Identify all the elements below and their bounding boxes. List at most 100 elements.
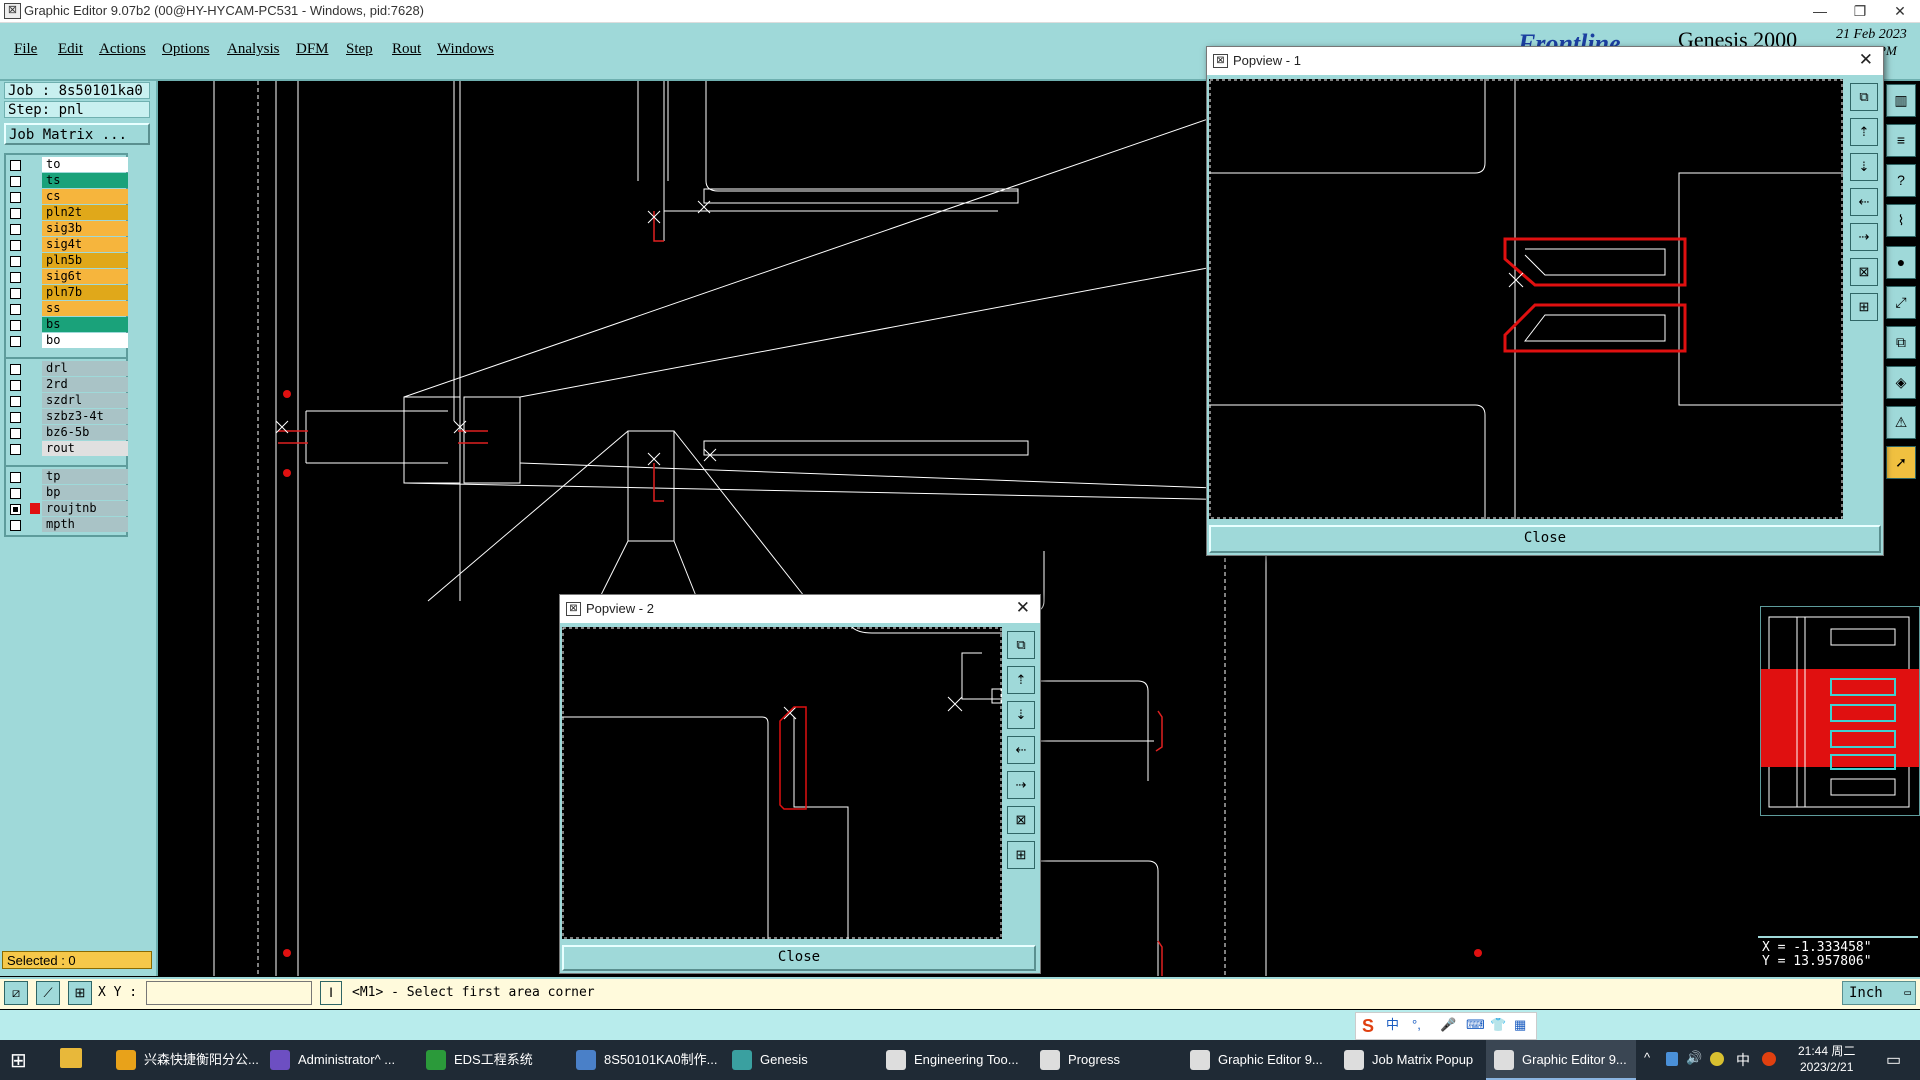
layer-row[interactable]: bz6-5b [6, 425, 128, 441]
start-icon[interactable]: ⊞ [10, 1048, 27, 1073]
layer-name[interactable]: sig3b [42, 221, 128, 236]
layer-name[interactable]: bo [42, 333, 128, 348]
help-icon[interactable]: ? [1886, 164, 1916, 197]
layer-checkbox[interactable] [10, 288, 21, 299]
minimize-button[interactable]: — [1800, 0, 1840, 22]
layer-name[interactable]: bs [42, 317, 128, 332]
layer-row[interactable]: pln5b [6, 253, 128, 269]
layer-checkbox[interactable] [10, 208, 21, 219]
layer-row[interactable]: ts [6, 173, 128, 189]
zoom-out-icon[interactable]: ⊞ [1007, 841, 1035, 869]
layer-name[interactable]: tp [42, 469, 128, 484]
layer-name[interactable]: szbz3-4t [42, 409, 128, 424]
units-selector[interactable]: Inch ▭ [1842, 981, 1916, 1005]
taskbar-item[interactable]: Engineering Too... [878, 1040, 1028, 1080]
snap-icon[interactable]: ≡ [1886, 124, 1916, 157]
layer-checkbox[interactable] [10, 396, 21, 407]
layer-checkbox[interactable] [10, 380, 21, 391]
layer-name[interactable]: szdrl [42, 393, 128, 408]
graph-icon[interactable]: ⌇ [1886, 204, 1916, 237]
pan-left-icon[interactable]: ⇠ [1850, 188, 1878, 216]
layer-row[interactable]: 2rd [6, 377, 128, 393]
zoom-home-icon[interactable]: ⧉ [1850, 83, 1878, 111]
zoom-in-icon[interactable]: ⊠ [1007, 806, 1035, 834]
layer-checkbox[interactable] [10, 520, 21, 531]
layer-row[interactable]: bs [6, 317, 128, 333]
layer-row[interactable]: ss [6, 301, 128, 317]
measure-icon[interactable]: ⚠ [1886, 406, 1916, 439]
app-tray-icon[interactable] [1710, 1052, 1724, 1066]
layer-name[interactable]: pln7b [42, 285, 128, 300]
layer-name[interactable]: ss [42, 301, 128, 316]
layer-row[interactable]: sig4t [6, 237, 128, 253]
bluetooth-icon[interactable] [1666, 1052, 1678, 1066]
menu-options[interactable]: Options [162, 41, 210, 58]
layer-name[interactable]: sig4t [42, 237, 128, 252]
taskbar-item[interactable]: Administrator^ ... [262, 1040, 412, 1080]
layer-checkbox[interactable] [10, 256, 21, 267]
layer-checkbox[interactable] [10, 472, 21, 483]
taskbar-item[interactable]: Genesis [724, 1040, 874, 1080]
layer-row[interactable]: bo [6, 333, 128, 349]
file-explorer-icon[interactable] [60, 1048, 82, 1068]
taskbar-item[interactable]: Graphic Editor 9... [1182, 1040, 1332, 1080]
layer-checkbox[interactable] [10, 192, 21, 203]
layer-name[interactable]: drl [42, 361, 128, 376]
menu-dfm[interactable]: DFM [296, 41, 329, 58]
menu-rout[interactable]: Rout [392, 41, 421, 58]
layer-row[interactable]: szdrl [6, 393, 128, 409]
layer-checkbox[interactable] [10, 364, 21, 375]
pan-right-icon[interactable]: ⇢ [1850, 223, 1878, 251]
overview-map[interactable] [1760, 606, 1920, 816]
select-tool-icon[interactable]: ⧄ [4, 981, 28, 1005]
layer-checkbox[interactable] [10, 160, 21, 171]
layer-row[interactable]: cs [6, 189, 128, 205]
layer-checkbox[interactable] [10, 412, 21, 423]
layer-row[interactable]: sig3b [6, 221, 128, 237]
layer-checkbox[interactable] [10, 504, 21, 515]
taskbar-item[interactable]: 兴森快捷衡阳分公... [108, 1040, 258, 1080]
notification-icon[interactable]: ▭ [1886, 1050, 1901, 1070]
layer-name[interactable]: pln2t [42, 205, 128, 220]
layer-row[interactable]: pln7b [6, 285, 128, 301]
menu-actions[interactable]: Actions [99, 41, 146, 58]
layer-checkbox[interactable] [10, 444, 21, 455]
layer-name[interactable]: ts [42, 173, 128, 188]
layer-row[interactable]: rout [6, 441, 128, 457]
pan-up-icon[interactable]: ⇡ [1850, 118, 1878, 146]
popview-2-canvas[interactable] [562, 626, 1003, 939]
close-window-button[interactable]: ✕ [1880, 0, 1920, 22]
ime-lang[interactable]: 中 [1386, 1013, 1399, 1037]
layer-checkbox[interactable] [10, 224, 21, 235]
layer-name[interactable]: rout [42, 441, 128, 456]
restore-button[interactable]: ❐ [1840, 0, 1880, 22]
layer-name[interactable]: mpth [42, 517, 128, 532]
menu-analysis[interactable]: Analysis [227, 41, 280, 58]
ime-tools-icon[interactable]: ▦ [1514, 1013, 1526, 1037]
layer-row[interactable]: tp [6, 469, 128, 485]
layer-row[interactable]: pln2t [6, 205, 128, 221]
layer-row[interactable]: drl [6, 361, 128, 377]
ime-keyboard-icon[interactable]: ⌨ [1466, 1013, 1485, 1037]
taskbar-item[interactable]: EDS工程系统 [418, 1040, 563, 1080]
menu-step[interactable]: Step [346, 41, 373, 58]
volume-icon[interactable]: 🔊 [1686, 1050, 1702, 1066]
ime-skin-icon[interactable]: 👕 [1490, 1013, 1506, 1037]
pan-down-icon[interactable]: ⇣ [1007, 701, 1035, 729]
layer-checkbox[interactable] [10, 320, 21, 331]
layer-checkbox[interactable] [10, 176, 21, 187]
taskbar-item[interactable]: Progress [1032, 1040, 1177, 1080]
pad-icon[interactable]: ● [1886, 246, 1916, 279]
layer-name[interactable]: pln5b [42, 253, 128, 268]
menu-file[interactable]: File [14, 41, 37, 58]
area-tool-icon[interactable]: ⟋ [36, 981, 60, 1005]
connect-icon[interactable]: ⤢ [1886, 286, 1916, 319]
popview-2-close-button[interactable]: Close [562, 945, 1036, 971]
layer-row[interactable]: to [6, 157, 128, 173]
layer-name[interactable]: bp [42, 485, 128, 500]
panel-icon[interactable]: ⧉ [1886, 326, 1916, 359]
layer-name[interactable]: roujtnb [42, 501, 128, 516]
ime-punct[interactable]: °, [1412, 1013, 1421, 1037]
pan-right-icon[interactable]: ⇢ [1007, 771, 1035, 799]
tray-language[interactable]: 中 [1736, 1050, 1750, 1070]
